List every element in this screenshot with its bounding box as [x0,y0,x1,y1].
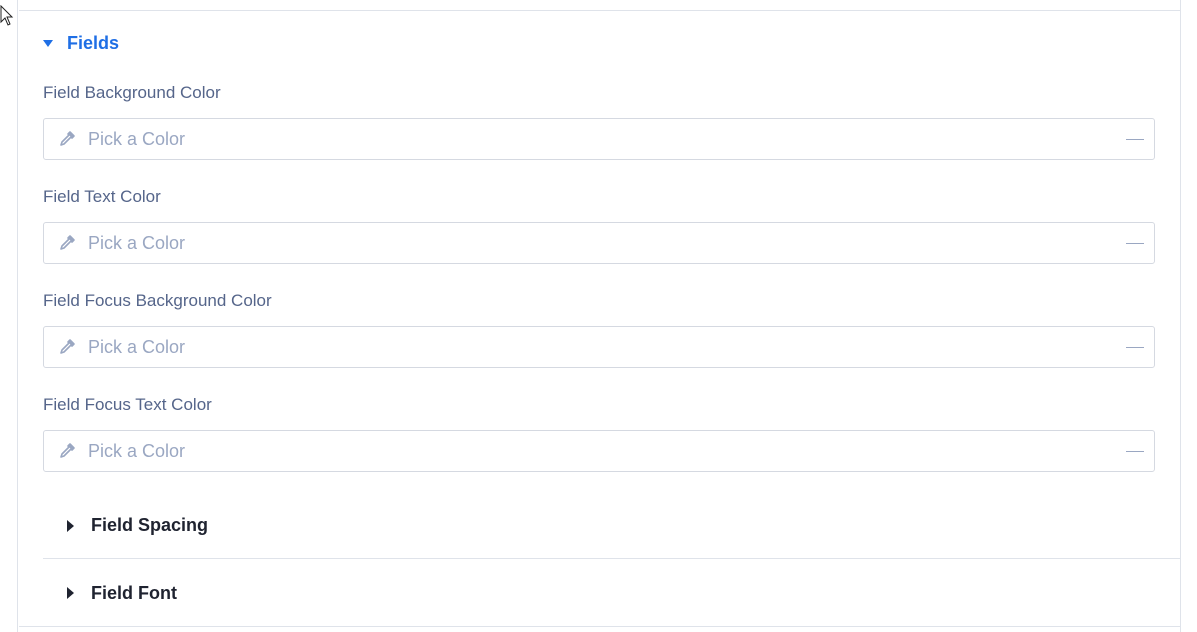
divider [19,10,1180,11]
clear-color-button[interactable] [1126,346,1144,348]
section-title: Fields [67,33,120,53]
fields-section-toggle[interactable]: Fields [43,33,119,54]
eyedropper-icon [56,336,78,358]
left-gutter [0,0,18,632]
field-text-color-label: Field Text Color [43,187,161,206]
eyedropper-icon [56,128,78,150]
field-spacing-section-toggle[interactable]: Field Spacing [43,493,1181,559]
color-placeholder: Pick a Color [88,440,186,461]
settings-panel: Fields Field Background Color Pick a Col… [19,0,1181,632]
field-background-color-label: Field Background Color [43,83,221,102]
color-placeholder: Pick a Color [88,336,186,357]
clear-color-button[interactable] [1126,450,1144,452]
field-font-section-toggle[interactable]: Field Font [43,560,1181,626]
mouse-cursor-icon [0,5,14,26]
field-focus-background-color-label: Field Focus Background Color [43,291,272,310]
caret-right-icon [67,587,74,599]
caret-right-icon [67,519,74,532]
divider [19,626,1180,627]
color-placeholder: Pick a Color [88,128,186,149]
eyedropper-icon [56,232,78,254]
caret-down-icon [43,40,53,47]
subsection-title: Field Font [91,582,177,603]
clear-color-button[interactable] [1126,242,1144,244]
field-focus-text-color-picker[interactable]: Pick a Color [43,430,1155,472]
clear-color-button[interactable] [1126,138,1144,140]
field-background-color-picker[interactable]: Pick a Color [43,118,1155,160]
color-placeholder: Pick a Color [88,232,186,253]
subsection-title: Field Spacing [91,515,209,535]
eyedropper-icon [56,440,78,462]
field-focus-text-color-label: Field Focus Text Color [43,395,212,414]
field-text-color-picker[interactable]: Pick a Color [43,222,1155,264]
field-focus-background-color-picker[interactable]: Pick a Color [43,326,1155,368]
